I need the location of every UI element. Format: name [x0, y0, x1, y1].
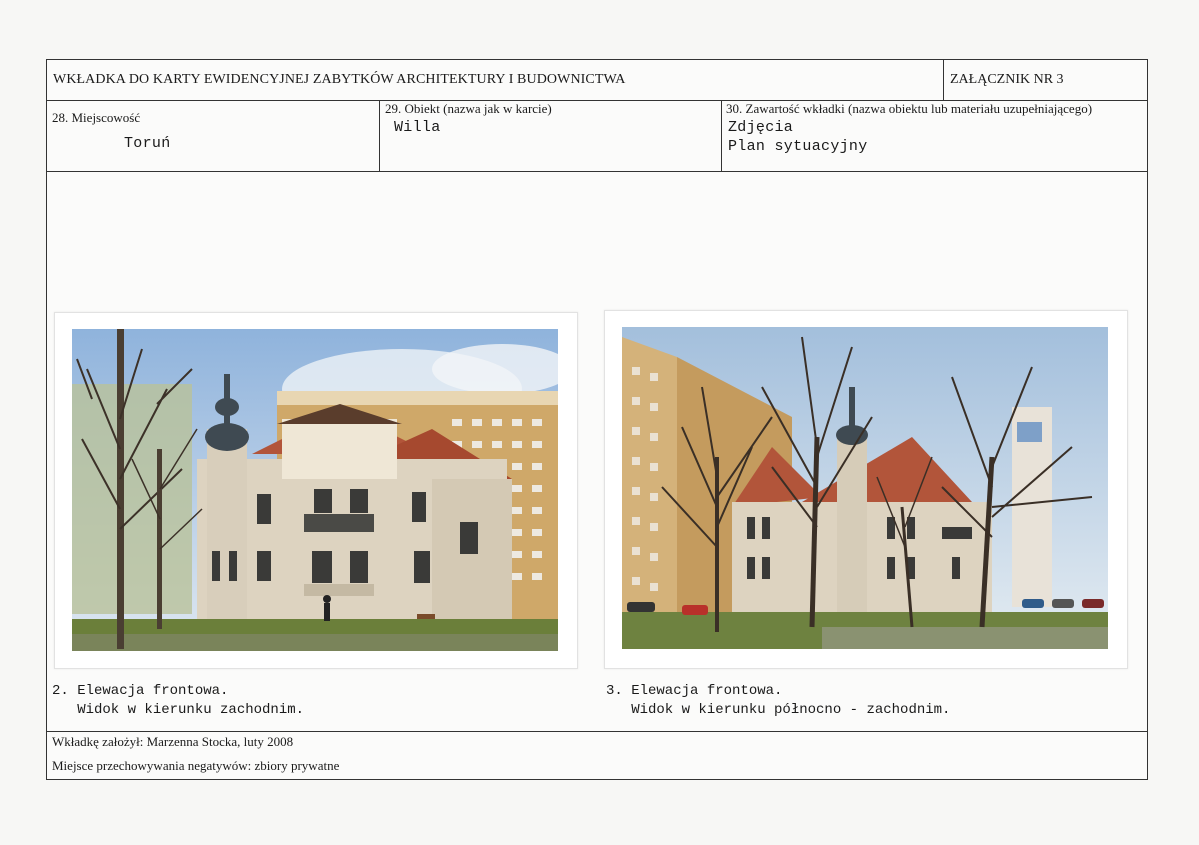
photo-villa-west-view	[72, 329, 558, 651]
photo-2-caption: 3. Elewacja frontowa. Widok w kierunku p…	[606, 682, 950, 720]
card-insert-sheet: WKŁADKA DO KARTY EWIDENCYJNEJ ZABYTKÓW A…	[46, 59, 1148, 780]
document-title: WKŁADKA DO KARTY EWIDENCYJNEJ ZABYTKÓW A…	[53, 72, 626, 87]
contents-value-site-plan: Plan sytuacyjny	[728, 138, 868, 155]
object-label: 29. Obiekt (nazwa jak w karcie)	[385, 101, 552, 116]
photo-2-caption-line2: Widok w kierunku północno - zachodnim.	[606, 702, 951, 718]
photo-card-1	[54, 312, 578, 669]
photo-1-caption-line1: 2. Elewacja frontowa.	[52, 683, 229, 699]
contents-label: 30. Zawartość wkładki (nazwa obiektu lub…	[726, 101, 1093, 116]
field-divider-2	[721, 100, 722, 171]
field-divider-1	[379, 100, 380, 171]
locality-label: 28. Miejscowość	[52, 110, 141, 125]
fields-rule	[47, 171, 1147, 172]
author-line: Wkładkę założył: Marzenna Stocka, luty 2…	[52, 734, 294, 749]
photo-1-caption-line2: Widok w kierunku zachodnim.	[52, 702, 305, 718]
header-divider	[943, 60, 944, 100]
object-value: Willa	[394, 119, 441, 136]
contents-value-photos: Zdjęcia	[728, 119, 794, 136]
photo-card-2	[604, 310, 1128, 669]
photo-1-caption: 2. Elewacja frontowa. Widok w kierunku z…	[52, 682, 304, 720]
photo-villa-northwest-view	[622, 327, 1108, 649]
photo-2-caption-line1: 3. Elewacja frontowa.	[606, 683, 783, 699]
locality-value: Toruń	[124, 135, 171, 152]
annex-number: ZAŁĄCZNIK NR 3	[950, 72, 1064, 87]
footer-rule	[47, 731, 1147, 732]
negatives-storage-line: Miejsce przechowywania negatywów: zbiory…	[52, 758, 340, 773]
